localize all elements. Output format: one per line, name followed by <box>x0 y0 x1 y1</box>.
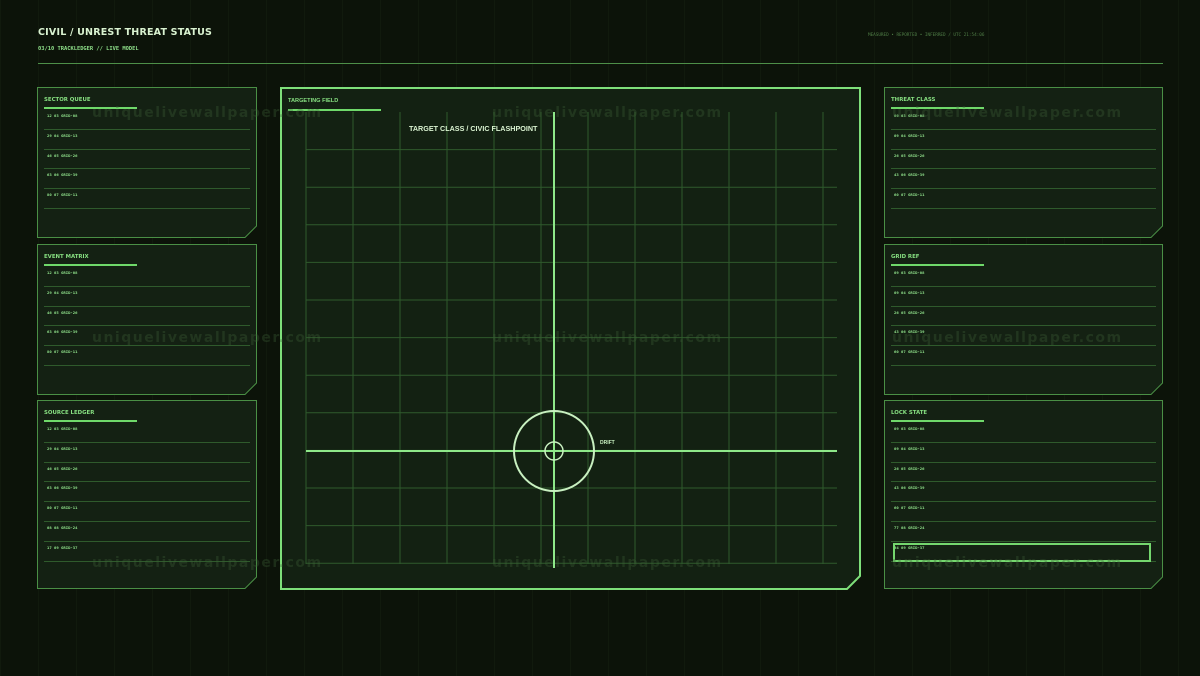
list-item[interactable]: 29 04 GRID-13 <box>44 287 250 307</box>
list-item[interactable]: 46 05 GRID-26 <box>44 463 250 483</box>
list-item-label: 12 03 GRID-08 <box>47 113 78 118</box>
panel-title-bar <box>44 107 137 109</box>
list-item[interactable]: 46 05 GRID-26 <box>44 150 250 170</box>
header-meta: MEASURED • REPORTED • INFERRED / UTC 21:… <box>868 33 985 38</box>
list-item-label: 09 04 GRID-13 <box>894 445 925 451</box>
list-item[interactable]: 26 05 GRID-26 <box>891 307 1156 327</box>
panel-grid-ref: GRID REF 09 03 GRID-08 09 04 GRID-13 26 … <box>884 244 1163 395</box>
list-item-label: 94 09 GRID-37 <box>894 544 925 550</box>
page-title: CIVIL / UNREST THREAT STATUS <box>38 27 213 38</box>
panel-title-bar <box>44 264 137 266</box>
list-item[interactable]: 09 04 GRID-13 <box>891 443 1156 463</box>
list-item-selected[interactable]: 94 09 GRID-37 <box>891 542 1156 562</box>
list-item[interactable]: 63 06 GRID-39 <box>44 326 250 347</box>
list-item[interactable]: 80 07 GRID-11 <box>44 189 250 209</box>
panel-title-bar <box>891 420 984 422</box>
list-item[interactable]: 43 06 GRID-39 <box>891 169 1156 190</box>
list-item[interactable]: 46 05 GRID-26 <box>44 307 250 327</box>
list-item[interactable]: 80 07 GRID-11 <box>44 502 250 522</box>
panel-title: SOURCE LEDGER <box>44 410 95 416</box>
list-item-label: 63 06 GRID-39 <box>47 329 78 335</box>
header-divider <box>38 63 1163 64</box>
list-item[interactable]: 60 07 GRID-11 <box>891 189 1156 209</box>
list-item-label: 29 04 GRID-13 <box>47 289 78 295</box>
list-item[interactable]: 12 03 GRID-08 <box>44 110 250 130</box>
list-item-label: 60 07 GRID-11 <box>894 192 925 198</box>
list-item[interactable]: 09 03 GRID-08 <box>891 110 1156 130</box>
targeting-title: TARGETING FIELD <box>288 98 338 104</box>
panel-sector-queue: SECTOR QUEUE 12 03 GRID-08 29 04 GRID-13… <box>37 87 257 238</box>
panel-title: EVENT MATRIX <box>44 254 89 260</box>
list-item-label: 12 03 GRID-08 <box>47 426 78 431</box>
list-item-label: 46 05 GRID-26 <box>47 152 78 158</box>
list-item[interactable]: 77 08 GRID-24 <box>891 522 1156 542</box>
list-item[interactable]: 80 07 GRID-11 <box>44 346 250 366</box>
panel-lock-state: LOCK STATE 09 03 GRID-08 09 04 GRID-13 2… <box>884 400 1163 589</box>
target-class-label: TARGET CLASS / CIVIC FLASHPOINT <box>409 124 538 133</box>
list-item-label: 60 07 GRID-11 <box>894 349 925 355</box>
list-item-label: 80 07 GRID-11 <box>47 192 78 198</box>
list-item-label: 09 03 GRID-08 <box>894 113 925 118</box>
list-item[interactable]: 12 03 GRID-08 <box>44 267 250 287</box>
panel-title: GRID REF <box>891 254 920 260</box>
list-item[interactable]: 26 05 GRID-26 <box>891 463 1156 483</box>
panel-threat-class: THREAT CLASS 09 03 GRID-08 09 04 GRID-13… <box>884 87 1163 238</box>
list-item[interactable]: 60 07 GRID-11 <box>891 346 1156 366</box>
list-item-label: 17 09 GRID-37 <box>47 544 78 550</box>
list-item-label: 09 03 GRID-08 <box>894 426 925 431</box>
panel-source-ledger: SOURCE LEDGER 12 03 GRID-08 29 04 GRID-1… <box>37 400 257 589</box>
list-item[interactable]: 09 04 GRID-13 <box>891 287 1156 307</box>
list-item[interactable]: 09 04 GRID-13 <box>891 130 1156 150</box>
panel-title-bar <box>891 264 984 266</box>
list-item-label: 46 05 GRID-26 <box>47 309 78 315</box>
list-item-label: 80 07 GRID-11 <box>47 505 78 511</box>
list-item-label: 26 05 GRID-26 <box>894 152 925 158</box>
list-item-label: 43 06 GRID-39 <box>894 485 925 491</box>
targeting-field[interactable]: TARGETING FIELD TARGET CLASS / CIVIC FLA… <box>280 87 861 590</box>
list-item-label: 09 03 GRID-08 <box>894 270 925 275</box>
list-item-label: 63 06 GRID-39 <box>47 172 78 178</box>
list-item[interactable]: 17 09 GRID-37 <box>44 542 250 562</box>
list-item[interactable]: 29 04 GRID-13 <box>44 443 250 463</box>
list-item-label: 43 06 GRID-39 <box>894 329 925 335</box>
list-item-label: 43 06 GRID-39 <box>894 172 925 178</box>
list-item-label: 08 08 GRID-24 <box>47 524 78 530</box>
panel-title-bar <box>288 109 381 111</box>
list-item-label: 26 05 GRID-26 <box>894 465 925 471</box>
list-item[interactable]: 29 04 GRID-13 <box>44 130 250 150</box>
list-item[interactable]: 43 06 GRID-39 <box>891 482 1156 503</box>
panel-event-matrix: EVENT MATRIX 12 03 GRID-08 29 04 GRID-13… <box>37 244 257 395</box>
list-item[interactable]: 12 03 GRID-08 <box>44 423 250 443</box>
panel-title-bar <box>891 107 984 109</box>
list-item[interactable]: 60 07 GRID-11 <box>891 502 1156 522</box>
drift-label: DRIFT <box>600 440 615 446</box>
list-item-label: 29 04 GRID-13 <box>47 445 78 451</box>
list-item-label: 09 04 GRID-13 <box>894 132 925 138</box>
list-item-label: 80 07 GRID-11 <box>47 349 78 355</box>
targeting-svg: TARGETING FIELD TARGET CLASS / CIVIC FLA… <box>280 87 861 590</box>
panel-title: THREAT CLASS <box>891 97 936 103</box>
list-item[interactable]: 26 05 GRID-26 <box>891 150 1156 170</box>
list-item-label: 63 06 GRID-39 <box>47 485 78 491</box>
page-subtitle: 03/10 TRACKLEDGER // LIVE MODEL <box>38 46 139 52</box>
targeting-frame <box>280 87 861 590</box>
list-item-label: 46 05 GRID-26 <box>47 465 78 471</box>
list-item-label: 26 05 GRID-26 <box>894 309 925 315</box>
list-item[interactable]: 43 06 GRID-39 <box>891 326 1156 347</box>
panel-title: LOCK STATE <box>891 410 928 416</box>
list-item[interactable]: 63 06 GRID-39 <box>44 482 250 503</box>
list-item-label: 09 04 GRID-13 <box>894 289 925 295</box>
list-item-label: 29 04 GRID-13 <box>47 132 78 138</box>
list-item[interactable]: 09 03 GRID-08 <box>891 423 1156 443</box>
list-item-label: 77 08 GRID-24 <box>894 524 925 530</box>
list-item-label: 12 03 GRID-08 <box>47 270 78 275</box>
list-item-label: 60 07 GRID-11 <box>894 505 925 511</box>
list-item[interactable]: 08 08 GRID-24 <box>44 522 250 542</box>
panel-title: SECTOR QUEUE <box>44 97 91 103</box>
panel-title-bar <box>44 420 137 422</box>
list-item[interactable]: 09 03 GRID-08 <box>891 267 1156 287</box>
list-item[interactable]: 63 06 GRID-39 <box>44 169 250 190</box>
